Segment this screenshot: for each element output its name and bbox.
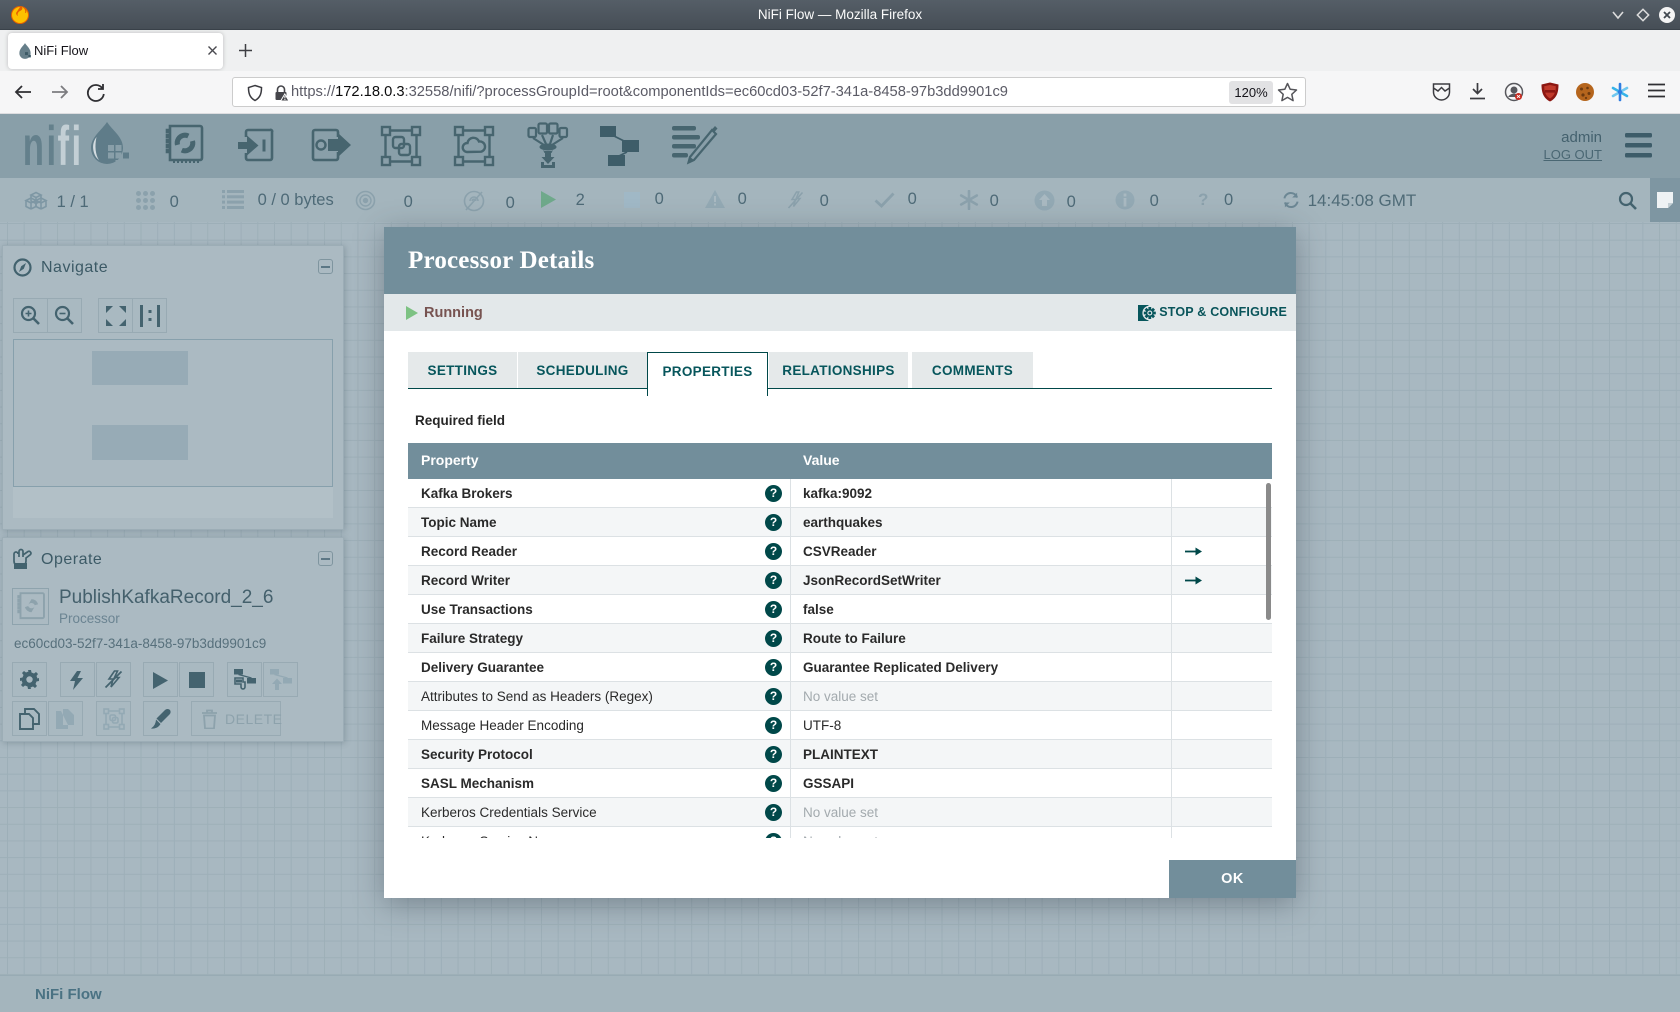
svg-text:ni: ni — [24, 118, 59, 170]
svg-text:fi: fi — [57, 118, 83, 170]
